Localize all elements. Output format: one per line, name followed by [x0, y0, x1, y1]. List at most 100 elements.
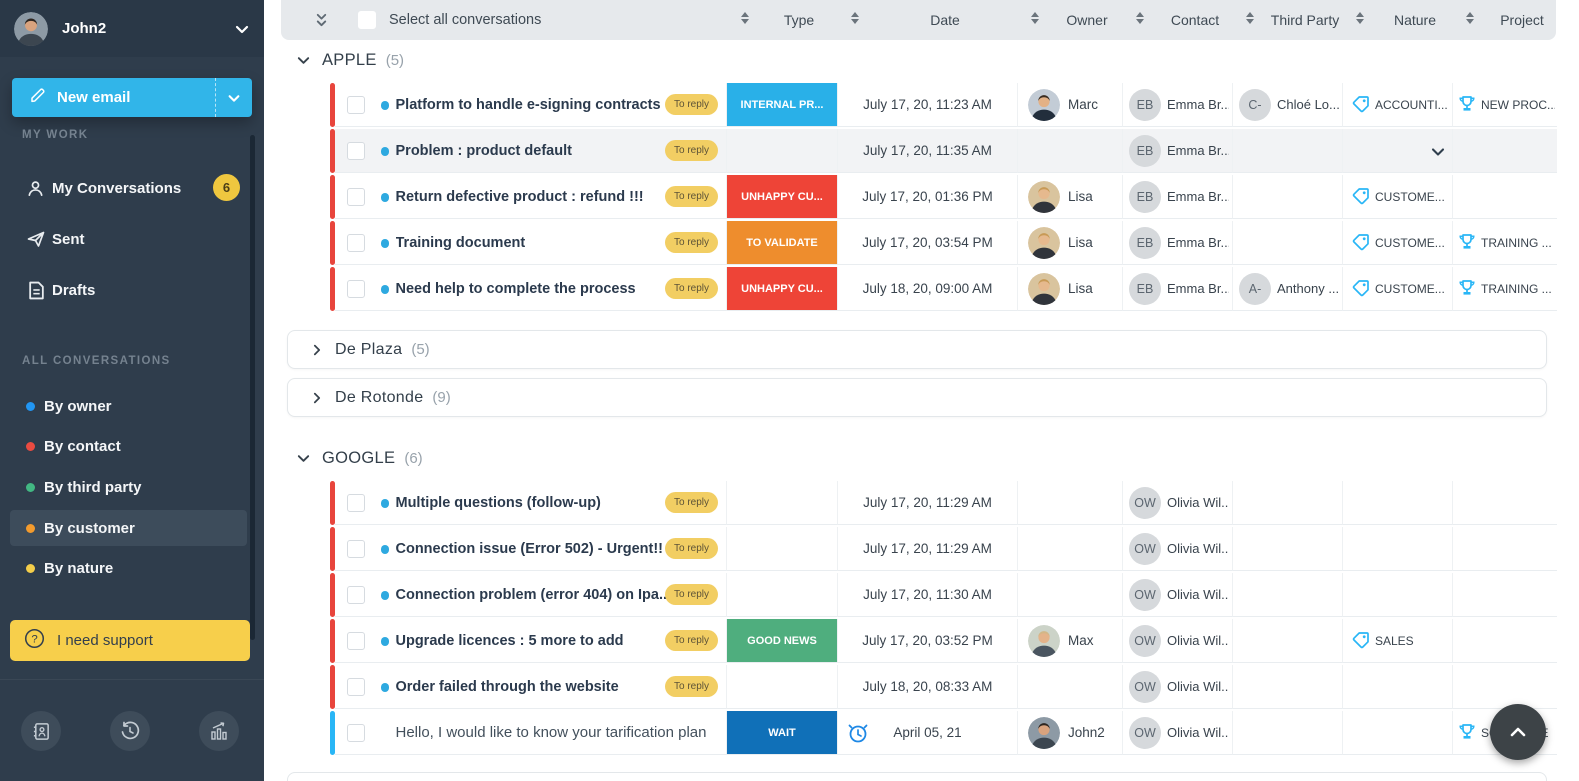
- column-header-nature[interactable]: Nature: [1394, 0, 1436, 40]
- chevron-down-icon[interactable]: [234, 21, 250, 37]
- subject-cell[interactable]: Return defective product : refund !!! To …: [334, 175, 727, 219]
- subject-cell[interactable]: Upgrade licences : 5 more to add To reply: [334, 619, 727, 663]
- subject-cell[interactable]: Hello, I would like to know your tarific…: [334, 711, 727, 755]
- support-button[interactable]: ? I need support: [10, 620, 250, 661]
- conversation-row[interactable]: Problem : product default To reply July 17…: [330, 129, 1557, 173]
- conversation-row[interactable]: Multiple questions (follow-up) To reply Ju…: [330, 481, 1557, 525]
- column-header-third-party[interactable]: Third Party: [1271, 0, 1339, 40]
- contact-cell[interactable]: OW Olivia Wil...: [1123, 665, 1233, 709]
- sort-icon[interactable]: [1246, 12, 1254, 24]
- stats-icon[interactable]: [199, 711, 239, 751]
- project-cell[interactable]: TRAINING ...: [1453, 267, 1557, 311]
- row-checkbox[interactable]: [346, 494, 365, 512]
- conversation-row[interactable]: Connection problem (error 404) on Ipa...…: [330, 573, 1557, 617]
- type-badge[interactable]: GOOD NEWS: [727, 619, 838, 663]
- sidebar-item-by-owner[interactable]: By owner: [0, 388, 250, 424]
- group-header-google[interactable]: GOOGLE (6): [296, 446, 423, 470]
- type-badge[interactable]: UNHAPPY CU...: [727, 267, 838, 311]
- type-badge[interactable]: INTERNAL PR...: [727, 83, 838, 127]
- conversation-row[interactable]: Return defective product : refund !!! To …: [330, 175, 1557, 219]
- owner-cell[interactable]: Max: [1018, 619, 1123, 663]
- subject-cell[interactable]: Order failed through the website To reply: [334, 665, 727, 709]
- sidebar-item-drafts[interactable]: Drafts: [0, 272, 250, 308]
- sort-icon[interactable]: [741, 12, 749, 24]
- sidebar-item-by-contact[interactable]: By contact: [0, 428, 250, 464]
- user-menu[interactable]: John2: [0, 0, 264, 57]
- contact-cell[interactable]: OW Olivia Wil...: [1123, 481, 1233, 525]
- group-header-de-plaza[interactable]: De Plaza (5): [287, 330, 1547, 369]
- column-header-type[interactable]: Type: [784, 0, 814, 40]
- row-checkbox[interactable]: [346, 678, 365, 696]
- type-badge[interactable]: TO VALIDATE: [727, 221, 838, 265]
- sidebar-item-by-nature[interactable]: By nature: [0, 550, 250, 586]
- sort-icon[interactable]: [851, 12, 859, 24]
- owner-cell[interactable]: Lisa: [1018, 267, 1123, 311]
- conversation-row[interactable]: Need help to complete the process To repl…: [330, 267, 1557, 311]
- sidebar-scrollbar[interactable]: [250, 135, 255, 640]
- nature-cell[interactable]: CUSTOME...: [1343, 267, 1453, 311]
- select-all-checkbox[interactable]: [358, 11, 376, 29]
- owner-cell[interactable]: Lisa: [1018, 221, 1123, 265]
- sidebar-item-my-conversations[interactable]: My Conversations 6: [0, 170, 250, 206]
- contact-cell[interactable]: OW Olivia Wil...: [1123, 573, 1233, 617]
- subject-cell[interactable]: Connection problem (error 404) on Ipa...…: [334, 573, 727, 617]
- row-checkbox[interactable]: [346, 234, 365, 252]
- type-badge[interactable]: WAIT: [727, 711, 838, 755]
- conversation-row[interactable]: Hello, I would like to know your tarific…: [330, 711, 1557, 755]
- row-checkbox[interactable]: [346, 142, 365, 160]
- nature-cell[interactable]: CUSTOME...: [1343, 175, 1453, 219]
- row-checkbox[interactable]: [346, 586, 365, 604]
- contact-cell[interactable]: EB Emma Br...: [1123, 175, 1233, 219]
- type-badge[interactable]: UNHAPPY CU...: [727, 175, 838, 219]
- nature-cell[interactable]: SALES: [1343, 619, 1453, 663]
- column-header-owner[interactable]: Owner: [1066, 0, 1107, 40]
- subject-cell[interactable]: Platform to handle e-signing contracts To…: [334, 83, 727, 127]
- conversation-row[interactable]: Connection issue (Error 502) - Urgent!! T…: [330, 527, 1557, 571]
- row-checkbox[interactable]: [346, 632, 365, 650]
- conversation-row[interactable]: Platform to handle e-signing contracts To…: [330, 83, 1557, 127]
- nature-cell[interactable]: CUSTOME...: [1343, 221, 1453, 265]
- owner-cell[interactable]: Marc: [1018, 83, 1123, 127]
- nature-cell[interactable]: ACCOUNTI...: [1343, 83, 1453, 127]
- contact-cell[interactable]: OW Olivia Wil...: [1123, 527, 1233, 571]
- sidebar-item-sent[interactable]: Sent: [0, 221, 250, 257]
- contact-cell[interactable]: EB Emma Br...: [1123, 129, 1233, 173]
- sort-icon[interactable]: [1136, 12, 1144, 24]
- subject-cell[interactable]: Connection issue (Error 502) - Urgent!! T…: [334, 527, 727, 571]
- new-email-dropdown[interactable]: [215, 78, 252, 117]
- third-party-cell[interactable]: A- Anthony ...: [1233, 267, 1343, 311]
- conversation-row[interactable]: Order failed through the website To reply…: [330, 665, 1557, 709]
- row-checkbox[interactable]: [346, 724, 365, 742]
- row-checkbox[interactable]: [346, 540, 365, 558]
- contacts-icon[interactable]: [21, 711, 61, 751]
- contact-cell[interactable]: EB Emma Br...: [1123, 83, 1233, 127]
- new-email-button[interactable]: New email: [12, 78, 252, 117]
- contact-cell[interactable]: OW Olivia Wil...: [1123, 711, 1233, 755]
- project-cell[interactable]: TRAINING ...: [1453, 221, 1557, 265]
- column-header-project[interactable]: Project: [1500, 0, 1544, 40]
- sort-icon[interactable]: [1356, 12, 1364, 24]
- project-cell[interactable]: NEW PROC...: [1453, 83, 1557, 127]
- third-party-cell[interactable]: C- Chloé Lo...: [1233, 83, 1343, 127]
- contact-cell[interactable]: OW Olivia Wil...: [1123, 619, 1233, 663]
- sort-icon[interactable]: [1031, 12, 1039, 24]
- column-header-date[interactable]: Date: [930, 0, 960, 40]
- group-header-apple[interactable]: APPLE (5): [296, 48, 404, 72]
- subject-cell[interactable]: Problem : product default To reply: [334, 129, 727, 173]
- scroll-to-top-button[interactable]: [1490, 704, 1546, 760]
- row-checkbox[interactable]: [346, 188, 365, 206]
- group-header-de-rotonde[interactable]: De Rotonde (9): [287, 378, 1547, 417]
- contact-cell[interactable]: EB Emma Br...: [1123, 267, 1233, 311]
- column-header-contact[interactable]: Contact: [1171, 0, 1219, 40]
- subject-cell[interactable]: Training document To reply: [334, 221, 727, 265]
- history-icon[interactable]: [110, 711, 150, 751]
- conversation-row[interactable]: Upgrade licences : 5 more to add To reply…: [330, 619, 1557, 663]
- group-header-partial[interactable]: [287, 772, 1547, 781]
- conversation-row[interactable]: Training document To reply TO VALIDATE July…: [330, 221, 1557, 265]
- owner-cell[interactable]: Lisa: [1018, 175, 1123, 219]
- row-checkbox[interactable]: [346, 96, 365, 114]
- subject-cell[interactable]: Need help to complete the process To repl…: [334, 267, 727, 311]
- new-email-main[interactable]: New email: [12, 78, 215, 117]
- row-expander-chevron-icon[interactable]: [1430, 144, 1446, 160]
- double-chevron-down-icon[interactable]: [314, 0, 329, 40]
